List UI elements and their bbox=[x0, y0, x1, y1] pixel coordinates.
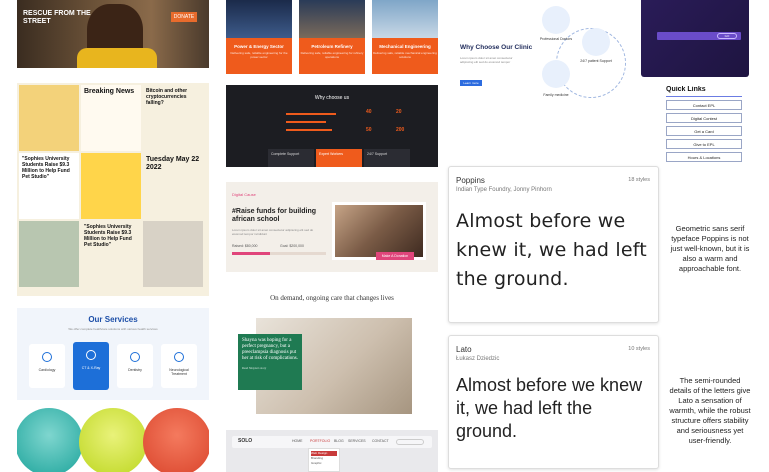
role-label: Professional Doctors bbox=[539, 37, 573, 41]
fundraiser-thumbnail[interactable]: Digital Cause #Raise funds for building … bbox=[226, 182, 438, 272]
font-card-poppins[interactable]: Poppins Indian Type Foundry, Jonny Pinho… bbox=[448, 166, 659, 323]
yellow-shirt bbox=[77, 48, 157, 68]
why-title: Why choose us bbox=[314, 95, 350, 101]
progress-bar bbox=[286, 129, 332, 131]
donate-badge: DONATE bbox=[171, 12, 197, 22]
service-card-active: CT & X-Ray bbox=[73, 342, 109, 390]
clinic-description: Lorem ipsum dolor sit amet consectetur a… bbox=[460, 56, 513, 64]
clinic-thumbnail[interactable]: Why Choose Our Clinic Lorem ipsum dolor … bbox=[448, 0, 636, 112]
font-styles-count: 10 styles bbox=[628, 346, 650, 352]
font-card-lato[interactable]: Lato Łukasz Dziedzic 10 styles Almost be… bbox=[448, 335, 659, 469]
nav-item: CONTACT bbox=[372, 439, 389, 443]
font-description: The semi-rounded details of the letters … bbox=[669, 376, 751, 445]
services-thumbnail[interactable]: Our Services We offer complete healthcar… bbox=[17, 308, 209, 400]
goal-amount: Goal: $200,000 bbox=[280, 244, 304, 248]
progress-bar bbox=[286, 121, 326, 123]
sector-card: Petroleum Refinery Delivering safe, relia… bbox=[299, 0, 365, 74]
care-quote: Shayna was hoping for a perfect pregnanc… bbox=[238, 334, 302, 390]
stat-value: 20 bbox=[396, 109, 402, 115]
fund-title: #Raise funds for building african school bbox=[232, 208, 317, 223]
stat-value: 40 bbox=[366, 109, 372, 115]
quick-link[interactable]: Digital Contest bbox=[666, 113, 742, 123]
family-avatar bbox=[542, 60, 570, 88]
nav-item: SERVICES bbox=[348, 439, 366, 443]
lime-portrait-circle bbox=[79, 408, 147, 472]
energy-sectors-thumbnail[interactable]: Power & Energy Sector Delivering safe, re… bbox=[226, 0, 438, 74]
service-card: Cardiology bbox=[29, 344, 65, 388]
breaking-news-thumbnail[interactable]: Breaking News Bitcoin and other cryptocu… bbox=[17, 83, 209, 296]
teal-portrait-circle bbox=[17, 408, 83, 472]
news-cell: "Sophies University Students Raise $9.3 … bbox=[84, 224, 132, 248]
heart-icon bbox=[42, 352, 52, 362]
font-description: Geometric sans serif typeface Poppins is… bbox=[670, 224, 750, 273]
raised-amount: Raised: $80,000 bbox=[232, 244, 258, 248]
service-card: Neurological Treatment bbox=[161, 344, 197, 388]
clinic-title: Why Choose Our Clinic bbox=[460, 44, 533, 51]
sector-card: Power & Energy Sector Delivering safe, re… bbox=[226, 0, 292, 74]
xray-icon bbox=[86, 350, 96, 360]
quick-link[interactable]: Get a Card bbox=[666, 126, 742, 136]
stat-value: 50 bbox=[366, 127, 372, 133]
quick-links-title: Quick Links bbox=[666, 86, 742, 97]
nav-item: HOME bbox=[292, 439, 303, 443]
red-portrait-circle bbox=[143, 408, 209, 472]
ongoing-care-thumbnail[interactable]: On demand, ongoing care that changes liv… bbox=[226, 282, 438, 422]
font-name: Lato bbox=[456, 345, 472, 354]
font-sample: Almost before we knew it, we had left th… bbox=[456, 375, 643, 441]
services-title: Our Services bbox=[88, 315, 138, 324]
news-cell-image bbox=[81, 153, 141, 219]
quick-link[interactable]: Contact EPL bbox=[666, 100, 742, 110]
news-cell-image bbox=[19, 221, 79, 287]
news-cell: Bitcoin and other cryptocurrencies falli… bbox=[146, 88, 188, 106]
feature-card-active: Expert Workers bbox=[316, 149, 362, 167]
service-card: Dentistry bbox=[117, 344, 153, 388]
progress-bar bbox=[286, 113, 336, 115]
stethoscope-avatar bbox=[582, 28, 610, 56]
org-label: Digital Cause bbox=[232, 192, 256, 197]
portrait-circles-thumbnail[interactable] bbox=[17, 408, 209, 472]
care-title: On demand, ongoing care that changes liv… bbox=[270, 294, 394, 302]
hero-headline: RESCUE FROM THE STREET bbox=[23, 10, 91, 25]
fund-progress-fill bbox=[232, 252, 270, 255]
font-foundry: Łukasz Dziedzic bbox=[456, 356, 500, 362]
quick-link[interactable]: Give to EPL bbox=[666, 139, 742, 149]
nav-logo: SOLO bbox=[238, 438, 253, 444]
news-cell-image bbox=[19, 85, 79, 151]
hero-thumbnail[interactable]: RESCUE FROM THE STREET DONATE bbox=[17, 0, 209, 68]
dropdown-menu: Web Design Branding Graphic bbox=[308, 448, 340, 472]
font-name: Poppins bbox=[456, 176, 485, 185]
brain-icon bbox=[174, 352, 184, 362]
go-button: GO bbox=[717, 33, 737, 39]
font-foundry: Indian Type Foundry, Jonny Pinhorn bbox=[456, 187, 552, 193]
font-sample: Almost before we knew it, we had left th… bbox=[456, 210, 647, 290]
learn-more-button[interactable]: Learn more bbox=[460, 80, 482, 86]
newsletter-thumbnail[interactable]: GO bbox=[641, 0, 749, 77]
sector-card: Mechanical Engineering Delivering safe, r… bbox=[372, 0, 438, 74]
feature-card: 24/7 Support bbox=[364, 149, 410, 167]
news-cell-image bbox=[143, 221, 203, 287]
services-subtitle: We offer complete healthcare solutions w… bbox=[68, 327, 158, 331]
nav-item: BLOG bbox=[334, 439, 344, 443]
role-label: 24/7 patient Support bbox=[580, 59, 612, 63]
nav-menu-thumbnail[interactable]: SOLO HOME PORTFOLIO BLOG SERVICES CONTAC… bbox=[226, 430, 438, 472]
fund-description: Lorem ipsum dolor sit amet consectetur a… bbox=[232, 228, 314, 236]
fund-progress bbox=[232, 252, 326, 255]
role-label: Family medicine bbox=[543, 93, 569, 97]
donate-button[interactable]: Make A Donation bbox=[376, 252, 414, 260]
why-choose-us-thumbnail[interactable]: Why choose us 40 20 50 200 Complete Supp… bbox=[226, 85, 438, 167]
nav-item-active: PORTFOLIO bbox=[310, 439, 331, 443]
search-input bbox=[396, 439, 424, 445]
font-styles-count: 18 styles bbox=[628, 177, 650, 183]
news-cell: Breaking News bbox=[81, 85, 141, 151]
quick-links-panel: Quick Links Contact EPL Digital Contest … bbox=[666, 86, 742, 172]
doctor-avatar bbox=[542, 6, 570, 34]
news-cell: Tuesday May 22 2022 bbox=[146, 156, 200, 171]
feature-card: Complete Support bbox=[268, 149, 314, 167]
news-cell: "Sophies University Students Raise $9.3 … bbox=[19, 153, 79, 219]
quick-link[interactable]: Hours & Locations bbox=[666, 152, 742, 162]
tooth-icon bbox=[130, 352, 140, 362]
stat-value: 200 bbox=[396, 127, 405, 133]
